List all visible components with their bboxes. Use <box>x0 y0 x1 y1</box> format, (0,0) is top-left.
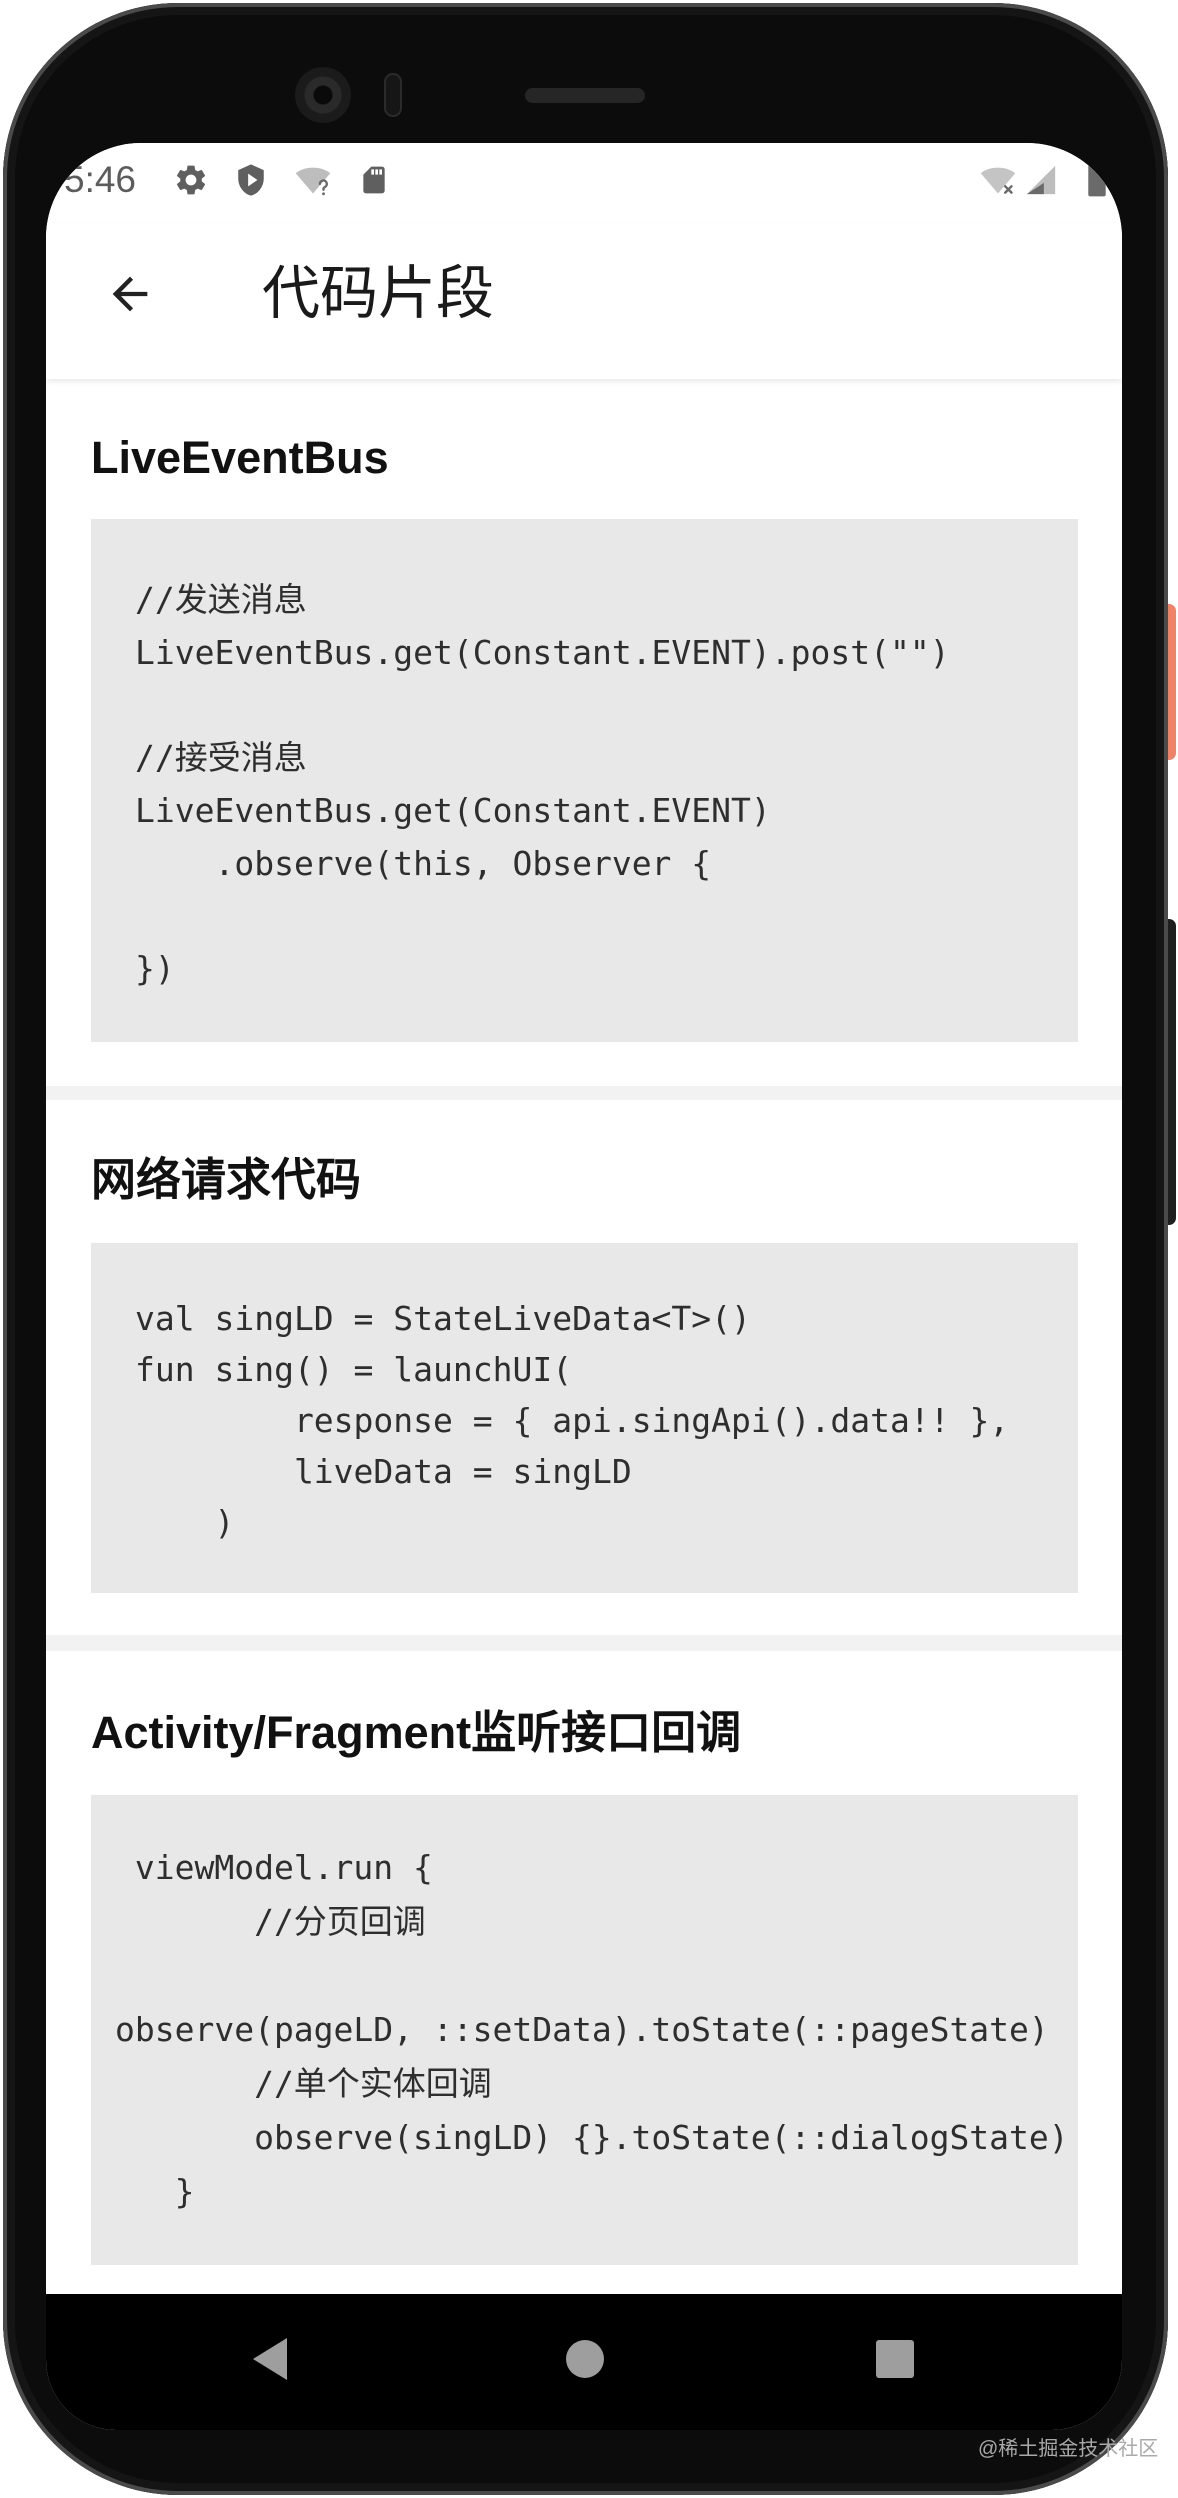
status-bar: 5:46 <box>46 143 1122 223</box>
screen: 5:46 代码片段 LiveEventBus //发送消息 LiveEventB… <box>46 143 1122 2430</box>
page-title: 代码片段 <box>262 261 495 326</box>
recents-square-icon[interactable] <box>875 2339 915 2379</box>
arrow-back-icon[interactable] <box>104 268 156 320</box>
sd-card-icon <box>363 166 385 194</box>
code-block: val singLD = StateLiveData<T>() fun sing… <box>135 1299 1010 1542</box>
code-box: val singLD = StateLiveData<T>() fun sing… <box>91 1243 1078 1593</box>
snippet-card: Activity/Fragment监听接口回调 viewModel.run { … <box>46 1651 1122 2294</box>
code-box: //发送消息 LiveEventBus.get(Constant.EVENT).… <box>91 519 1078 1042</box>
home-circle-icon[interactable] <box>565 2339 605 2379</box>
watermark: @稀土掘金技术社区 <box>978 2438 1159 2460</box>
snippet-title: LiveEventBus <box>91 432 389 483</box>
status-time: 5:46 <box>64 159 137 200</box>
navigation-bar <box>46 2294 1122 2430</box>
snippet-card: 网络请求代码 val singLD = StateLiveData<T>() f… <box>46 1100 1122 1635</box>
code-block: //发送消息 LiveEventBus.get(Constant.EVENT).… <box>135 580 950 988</box>
snippet-title: Activity/Fragment监听接口回调 <box>91 1707 742 1758</box>
earpiece-speaker <box>525 88 645 103</box>
front-camera <box>295 67 351 123</box>
code-block: viewModel.run { //分页回调 observe(pageLD, :… <box>115 1848 1069 2211</box>
proximity-sensor <box>384 73 402 117</box>
battery-icon <box>1088 161 1106 197</box>
code-box: viewModel.run { //分页回调 observe(pageLD, :… <box>91 1795 1078 2265</box>
phone-frame: 5:46 代码片段 LiveEventBus //发送消息 LiveEventB… <box>3 3 1168 2495</box>
gear-icon <box>176 165 206 195</box>
snippet-card: LiveEventBus //发送消息 LiveEventBus.get(Con… <box>46 379 1122 1086</box>
app-bar: 代码片段 <box>46 223 1122 379</box>
snippet-title: 网络请求代码 <box>91 1154 362 1205</box>
wifi-off-icon <box>980 167 1016 194</box>
shield-icon <box>238 164 264 196</box>
signal-icon <box>1026 165 1056 195</box>
back-triangle-icon[interactable] <box>250 2336 290 2382</box>
card-separator <box>46 1086 1122 1100</box>
card-separator <box>46 1635 1122 1651</box>
wifi-question-icon <box>295 167 331 196</box>
